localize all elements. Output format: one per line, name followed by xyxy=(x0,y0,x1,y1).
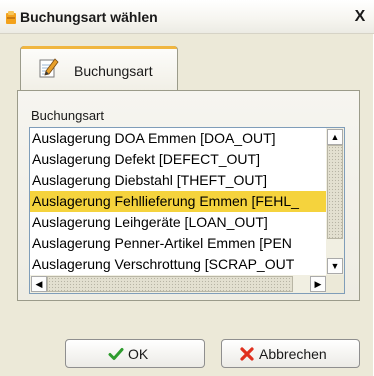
tab-label: Buchungsart xyxy=(74,63,153,79)
list-item[interactable]: Auslagerung Defekt [DEFECT_OUT] xyxy=(30,149,327,170)
dialog-window: Buchungsart wählen X Buchungsart Buchung… xyxy=(0,0,374,376)
red-x-icon xyxy=(240,347,254,361)
tab-panel: Buchungsart Auslagerung DOA Emmen [DOA_O… xyxy=(17,90,360,301)
list-item[interactable]: Auslagerung Verschrottung [SCRAP_OUT xyxy=(30,254,327,275)
scrollbar-corner xyxy=(326,275,344,293)
cancel-button[interactable]: Abbrechen xyxy=(221,339,360,368)
ok-label: OK xyxy=(128,346,149,362)
scroll-left-button[interactable]: ◀ xyxy=(31,276,47,292)
list-item[interactable]: Auslagerung Diebstahl [THEFT_OUT] xyxy=(30,170,327,191)
vertical-scroll-thumb[interactable] xyxy=(327,145,343,239)
list-item-selected[interactable]: Auslagerung Fehllieferung Emmen [FEHL_ xyxy=(30,191,327,212)
list-items: Auslagerung DOA Emmen [DOA_OUT] Auslager… xyxy=(30,128,327,275)
horizontal-scroll-thumb[interactable] xyxy=(47,276,293,292)
horizontal-scrollbar[interactable]: ◀ ▶ xyxy=(30,275,327,293)
scroll-down-button[interactable]: ▼ xyxy=(327,258,343,274)
field-label: Buchungsart xyxy=(31,108,104,123)
scroll-up-button[interactable]: ▲ xyxy=(327,129,343,145)
list-item[interactable]: Auslagerung Leihgeräte [LOAN_OUT] xyxy=(30,212,327,233)
title-bar: Buchungsart wählen X xyxy=(0,0,374,34)
list-item[interactable]: Auslagerung DOA Emmen [DOA_OUT] xyxy=(30,128,327,149)
window-title: Buchungsart wählen xyxy=(20,9,158,25)
cancel-label: Abbrechen xyxy=(259,346,327,362)
tab-buchungsart[interactable]: Buchungsart xyxy=(20,46,178,91)
ok-button[interactable]: OK xyxy=(65,339,205,368)
close-button[interactable]: X xyxy=(351,8,369,26)
vertical-scrollbar[interactable]: ▲ ▼ xyxy=(326,128,344,275)
checkmark-icon xyxy=(108,348,124,360)
list-item[interactable]: Auslagerung Penner-Artikel Emmen [PEN xyxy=(30,233,327,254)
scroll-right-button[interactable]: ▶ xyxy=(310,276,326,292)
notepad-edit-icon xyxy=(39,58,59,78)
tab-highlight xyxy=(21,46,177,49)
buchungsart-listbox[interactable]: Auslagerung DOA Emmen [DOA_OUT] Auslager… xyxy=(29,127,345,294)
app-icon xyxy=(6,11,16,24)
